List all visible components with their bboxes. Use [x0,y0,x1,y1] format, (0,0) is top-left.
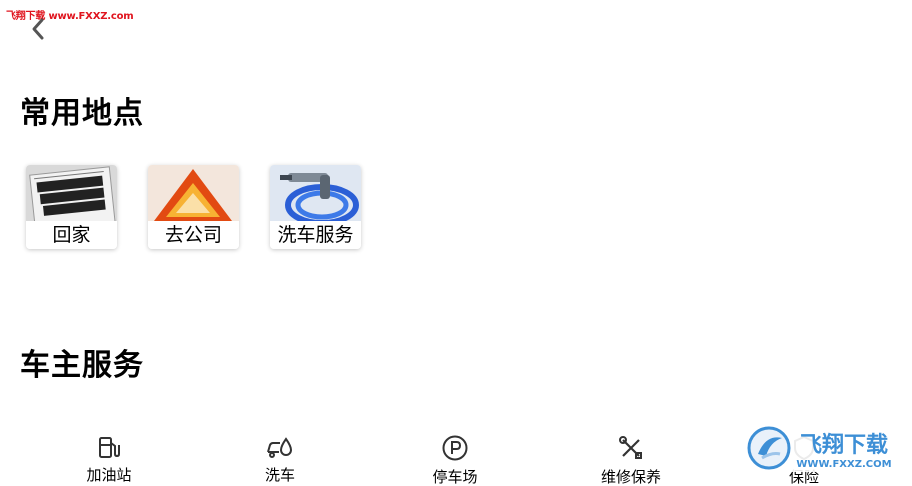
newspaper-image [26,165,117,223]
place-card-company[interactable]: 去公司 [148,165,239,249]
service-label: 停车场 [432,468,478,486]
service-label: 维修保养 [600,468,661,486]
place-card-carwash[interactable]: 洗车服务 [270,165,361,249]
place-label: 洗车服务 [270,221,361,249]
logo-brand-text: 飞翔下载 [800,432,888,458]
common-places-title: 常用地点 [20,96,144,131]
fuel-pump-icon [99,437,120,458]
service-label: 洗车 [264,466,295,484]
owner-services-title: 车主服务 [20,348,144,383]
place-label: 去公司 [148,221,239,249]
place-label: 回家 [26,221,117,249]
chevron-left-icon [32,18,44,40]
warning-triangle-image [148,165,239,223]
service-fuel-station[interactable]: 加油站 [49,430,169,484]
service-label: 加油站 [86,466,132,484]
common-places-list: 回家 去公司 洗车服务 [26,165,361,249]
back-button[interactable] [26,14,52,44]
place-card-home[interactable]: 回家 [26,165,117,249]
service-parking[interactable]: 停车场 [395,430,515,486]
logo-url-text: WWW.FXXZ.COM [796,459,891,470]
hose-nozzle-image [270,165,361,223]
wrench-screwdriver-icon [619,436,642,459]
parking-icon [442,435,468,461]
fxxz-logo-watermark: 飞翔下载 WWW.FXXZ.COM [744,424,902,472]
service-car-wash[interactable]: 洗车 [220,430,340,484]
car-wash-icon [267,437,293,458]
service-maintenance[interactable]: 维修保养 [571,430,691,486]
fxxz-logo-icon: 飞翔下载 WWW.FXXZ.COM [747,426,892,470]
